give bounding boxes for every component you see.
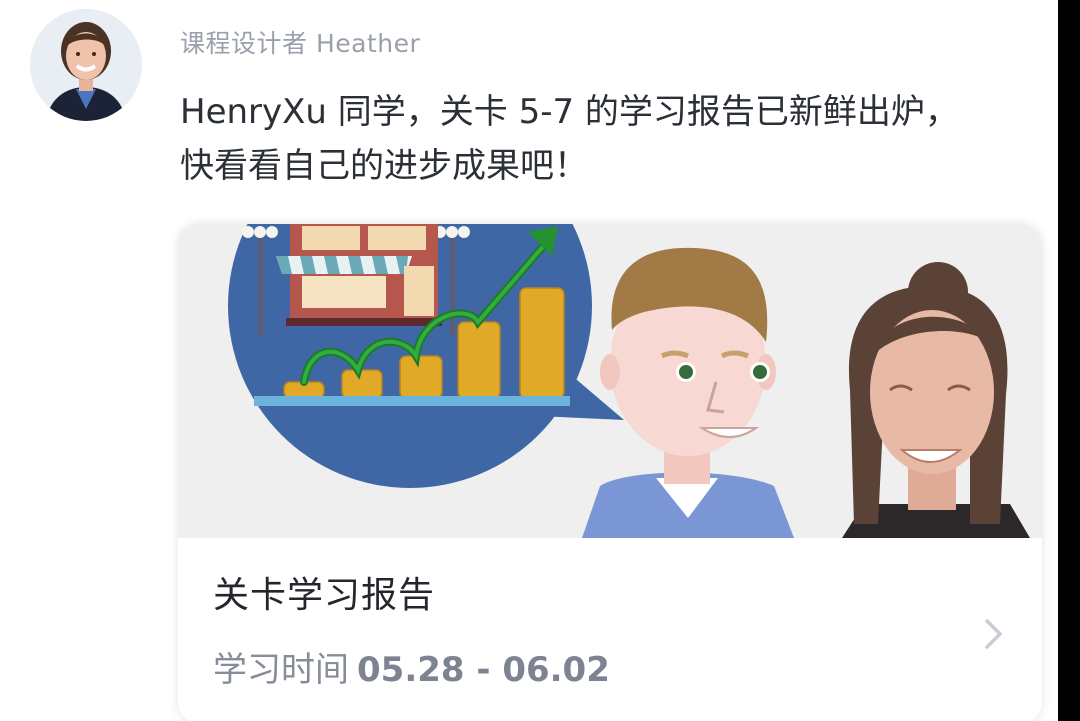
report-card[interactable]: 关卡学习报告 学习时间 05.28 - 06.02: [178, 224, 1042, 721]
study-date-range: 05.28 - 06.02: [357, 650, 610, 690]
report-banner-illustration: [178, 224, 1042, 538]
shop-building-icon: [276, 224, 442, 326]
report-study-time: 学习时间 05.28 - 06.02: [213, 642, 610, 691]
message-text: HenryXu 同学，关卡 5-7 的学习报告已新鲜出炉， 快看看自己的进步成果…: [180, 85, 1040, 193]
chevron-right-icon[interactable]: [982, 616, 1006, 652]
avatar-photo-icon: [30, 9, 142, 121]
message-line-2: 快看看自己的进步成果吧！: [180, 146, 588, 186]
message-line-1: HenryXu 同学，关卡 5-7 的学习报告已新鲜出炉，: [180, 92, 959, 132]
sender-name: 课程设计者 Heather: [180, 29, 421, 58]
avatar[interactable]: [30, 9, 142, 121]
chat-page: 课程设计者 Heather HenryXu 同学，关卡 5-7 的学习报告已新鲜…: [0, 0, 1058, 721]
study-time-label: 学习时间: [213, 650, 349, 690]
report-card-title: 关卡学习报告: [213, 575, 436, 616]
